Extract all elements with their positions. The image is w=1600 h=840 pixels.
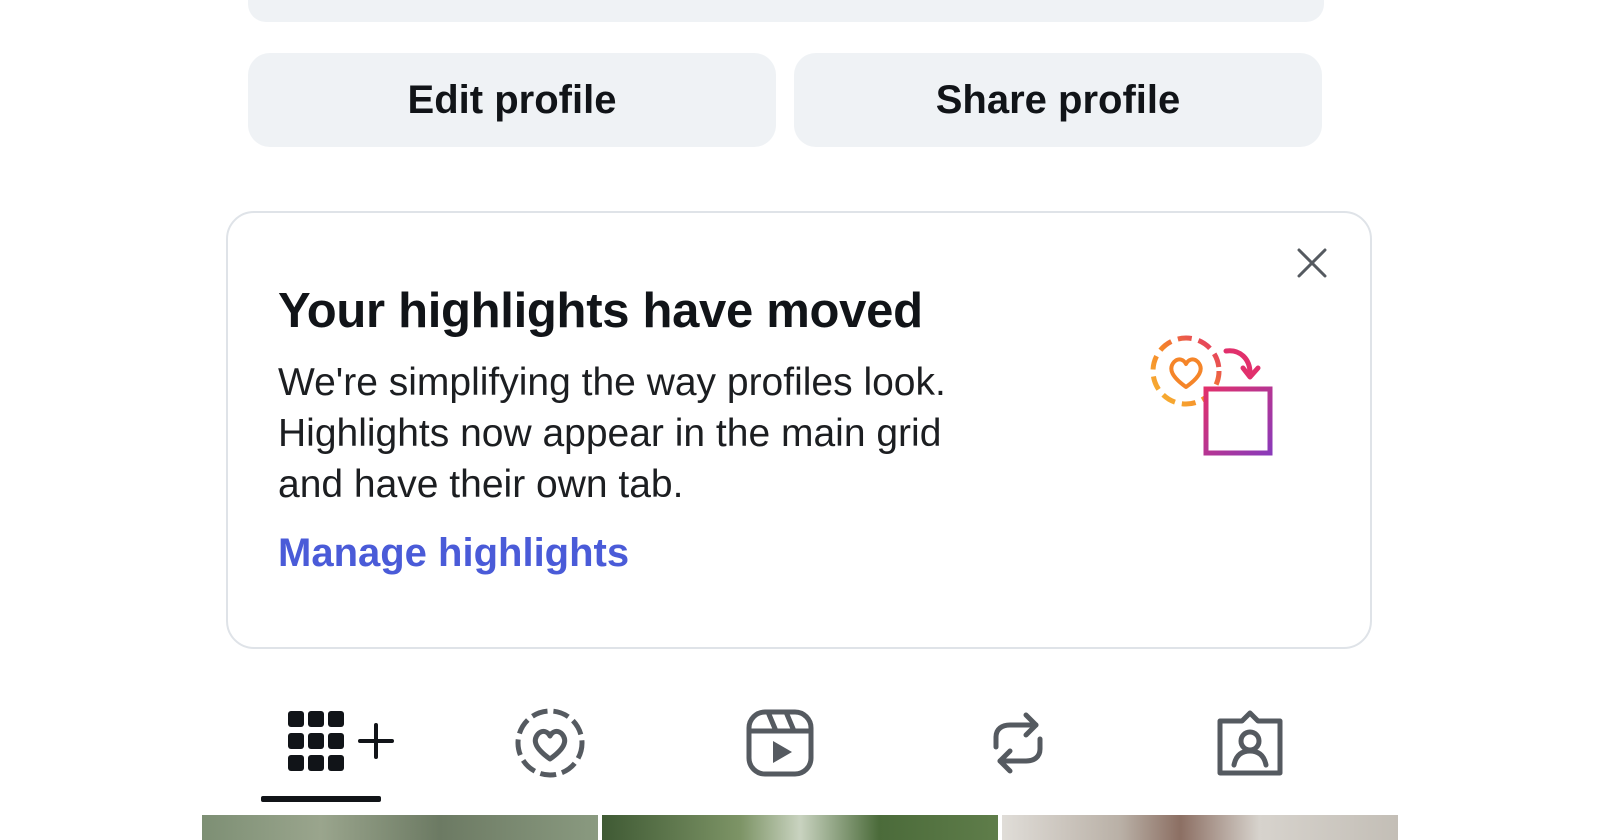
card-description-line: We're simplifying the way profiles look. (278, 361, 946, 404)
edit-profile-button[interactable]: Edit profile (248, 53, 776, 147)
tab-reposts[interactable] (968, 690, 1068, 800)
repost-icon (986, 707, 1050, 784)
tab-highlights[interactable] (500, 690, 600, 800)
profile-page: Edit profile Share profile Your highligh… (0, 0, 1600, 840)
tab-reels[interactable] (730, 690, 830, 800)
card-title: Your highlights have moved (278, 284, 923, 338)
highlights-to-grid-icon (1148, 329, 1288, 469)
grid-icon (280, 703, 400, 788)
close-icon[interactable] (1292, 243, 1332, 283)
tab-tagged[interactable] (1200, 690, 1300, 800)
selected-tab-indicator (261, 796, 381, 802)
card-description: We're simplifying the way profiles look.… (278, 357, 1098, 510)
post-thumbnail[interactable] (602, 815, 998, 840)
highlights-moved-card: Your highlights have moved We're simplif… (226, 211, 1372, 649)
post-thumbnail[interactable] (1002, 815, 1398, 840)
profile-tabs (200, 690, 1400, 810)
post-thumbnail[interactable] (202, 815, 598, 840)
share-profile-button[interactable]: Share profile (794, 53, 1322, 147)
manage-highlights-link[interactable]: Manage highlights (278, 531, 629, 576)
tab-posts-grid[interactable] (260, 690, 420, 800)
card-description-line: and have their own tab. (278, 463, 684, 506)
post-grid (202, 815, 1398, 840)
tagged-icon (1214, 707, 1286, 784)
reels-icon (744, 707, 816, 784)
bio-container (248, 0, 1324, 22)
heart-circle-icon (512, 705, 588, 786)
card-description-line: Highlights now appear in the main grid (278, 412, 942, 455)
